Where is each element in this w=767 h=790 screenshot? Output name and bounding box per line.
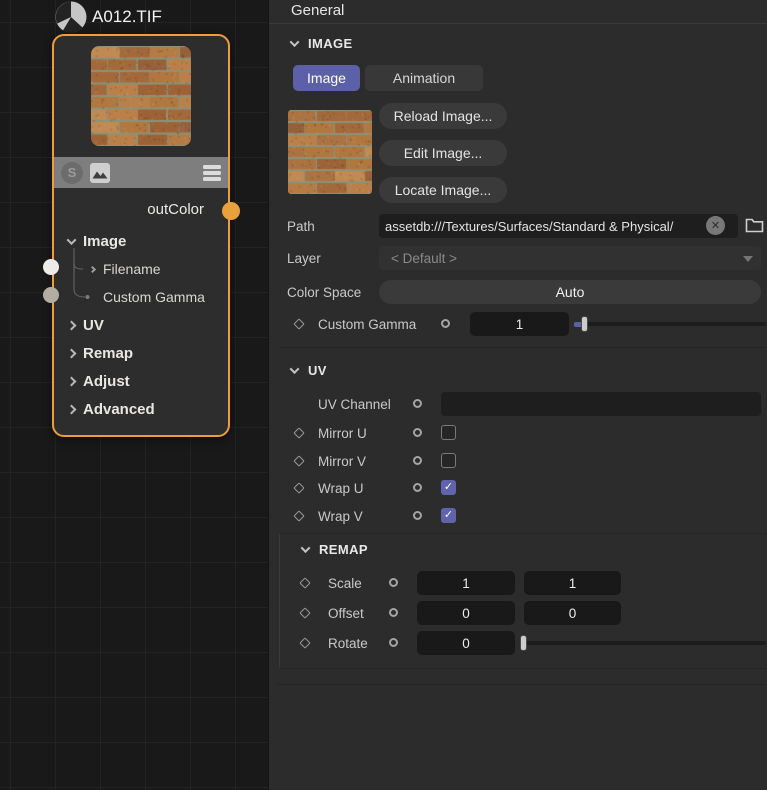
chevron-down-icon <box>743 256 753 262</box>
connection-port-icon[interactable] <box>413 511 422 520</box>
slider-handle[interactable] <box>581 316 588 332</box>
tab-image[interactable]: Image <box>293 65 360 91</box>
connection-port-icon[interactable] <box>413 483 422 492</box>
path-input[interactable]: assetdb:///Textures/Surfaces/Standard & … <box>379 214 738 238</box>
reload-image-button[interactable]: Reload Image... <box>379 103 507 129</box>
scale-label: Scale <box>328 576 362 591</box>
image-preview-icon[interactable] <box>89 162 111 184</box>
divider <box>279 347 766 348</box>
chevron-right-icon[interactable] <box>67 348 77 358</box>
chevron-down-icon[interactable] <box>290 364 300 374</box>
offset-label: Offset <box>328 606 364 621</box>
node-attribute-tree: Image Filename Custom Gamma UV Remap Adj… <box>54 227 228 423</box>
edit-image-button[interactable]: Edit Image... <box>379 140 507 166</box>
offset-y-value[interactable]: 0 <box>524 601 621 625</box>
remap-section-header[interactable]: REMAP <box>302 542 368 557</box>
uv-channel-label: UV Channel <box>318 397 391 412</box>
mirror-u-checkbox[interactable]: ✓ <box>441 425 456 440</box>
node-graph-canvas[interactable]: A012.TIF S outColor Image <box>0 0 268 790</box>
wrap-u-checkbox[interactable]: ✓ <box>441 480 456 495</box>
properties-panel: General IMAGE Image Animation Reload Ima… <box>268 0 767 790</box>
color-space-label: Color Space <box>287 285 361 300</box>
color-space-dropdown[interactable]: Auto <box>379 280 761 304</box>
chevron-right-icon[interactable] <box>67 320 77 330</box>
tab-animation[interactable]: Animation <box>365 65 483 91</box>
path-label: Path <box>287 219 315 234</box>
slider-handle[interactable] <box>520 635 527 651</box>
checkmark-icon: ✓ <box>444 482 453 493</box>
texture-sphere-icon <box>54 0 88 34</box>
custom-gamma-input-port[interactable] <box>43 287 59 303</box>
keyframe-diamond-icon[interactable] <box>293 482 304 493</box>
chevron-down-icon[interactable] <box>301 543 311 553</box>
keyframe-diamond-icon[interactable] <box>293 510 304 521</box>
panel-texture-thumbnail[interactable] <box>288 110 372 194</box>
rotate-value[interactable]: 0 <box>417 631 515 655</box>
chevron-right-icon[interactable] <box>89 265 96 272</box>
rotate-slider[interactable] <box>522 641 766 645</box>
tree-item-advanced[interactable]: Advanced <box>54 395 228 423</box>
connection-port-icon[interactable] <box>389 638 398 647</box>
out-color-port-label: outColor <box>147 201 204 218</box>
keyframe-diamond-icon[interactable] <box>293 318 304 329</box>
connection-port-icon[interactable] <box>413 399 422 408</box>
mirror-u-label: Mirror U <box>318 426 367 441</box>
tree-item-filename[interactable]: Filename <box>54 255 228 283</box>
menu-icon[interactable] <box>203 165 221 181</box>
connection-port-icon[interactable] <box>441 319 450 328</box>
layer-label: Layer <box>287 251 321 266</box>
scale-y-value[interactable]: 1 <box>524 571 621 595</box>
uv-channel-input[interactable] <box>441 392 761 416</box>
checkmark-icon: ✓ <box>444 510 453 521</box>
s-badge-icon[interactable]: S <box>61 162 83 184</box>
wrap-v-checkbox[interactable]: ✓ <box>441 508 456 523</box>
connection-port-icon[interactable] <box>389 608 398 617</box>
node-title: A012.TIF <box>92 7 162 27</box>
mirror-v-checkbox[interactable]: ✓ <box>441 453 456 468</box>
layer-dropdown[interactable]: < Default > <box>379 246 761 270</box>
keyframe-diamond-icon[interactable] <box>293 455 304 466</box>
uv-section-header[interactable]: UV <box>291 363 327 378</box>
clear-path-icon[interactable]: ✕ <box>706 216 725 235</box>
chevron-right-icon[interactable] <box>67 404 77 414</box>
browse-folder-icon[interactable] <box>745 216 764 233</box>
offset-x-value[interactable]: 0 <box>417 601 515 625</box>
node-texture-thumbnail <box>91 46 191 146</box>
tree-item-custom-gamma[interactable]: Custom Gamma <box>54 283 228 311</box>
rotate-label: Rotate <box>328 636 368 651</box>
node-header[interactable]: A012.TIF <box>54 0 162 34</box>
divider <box>269 23 767 24</box>
tree-item-remap[interactable]: Remap <box>54 339 228 367</box>
connection-port-icon[interactable] <box>413 428 422 437</box>
texture-node[interactable]: S outColor Image Filename C <box>52 34 230 437</box>
tree-item-adjust[interactable]: Adjust <box>54 367 228 395</box>
wrap-u-label: Wrap U <box>318 481 364 496</box>
connection-port-icon[interactable] <box>389 578 398 587</box>
divider <box>277 684 766 685</box>
tree-item-uv[interactable]: UV <box>54 311 228 339</box>
chevron-down-icon[interactable] <box>290 37 300 47</box>
filename-input-port[interactable] <box>43 259 59 275</box>
chevron-right-icon[interactable] <box>67 376 77 386</box>
keyframe-diamond-icon[interactable] <box>293 427 304 438</box>
image-section-header[interactable]: IMAGE <box>291 36 353 51</box>
custom-gamma-label: Custom Gamma <box>318 317 416 332</box>
out-color-port[interactable] <box>222 202 240 220</box>
locate-image-button[interactable]: Locate Image... <box>379 177 507 203</box>
mirror-v-label: Mirror V <box>318 454 366 469</box>
connection-port-icon[interactable] <box>413 456 422 465</box>
custom-gamma-slider[interactable] <box>574 322 766 326</box>
wrap-v-label: Wrap V <box>318 509 363 524</box>
custom-gamma-value[interactable]: 1 <box>470 312 569 336</box>
tree-item-image[interactable]: Image <box>54 227 228 255</box>
scale-x-value[interactable]: 1 <box>417 571 515 595</box>
panel-title: General <box>291 2 344 19</box>
node-toolbar: S <box>54 157 228 188</box>
chevron-down-icon[interactable] <box>67 235 77 245</box>
